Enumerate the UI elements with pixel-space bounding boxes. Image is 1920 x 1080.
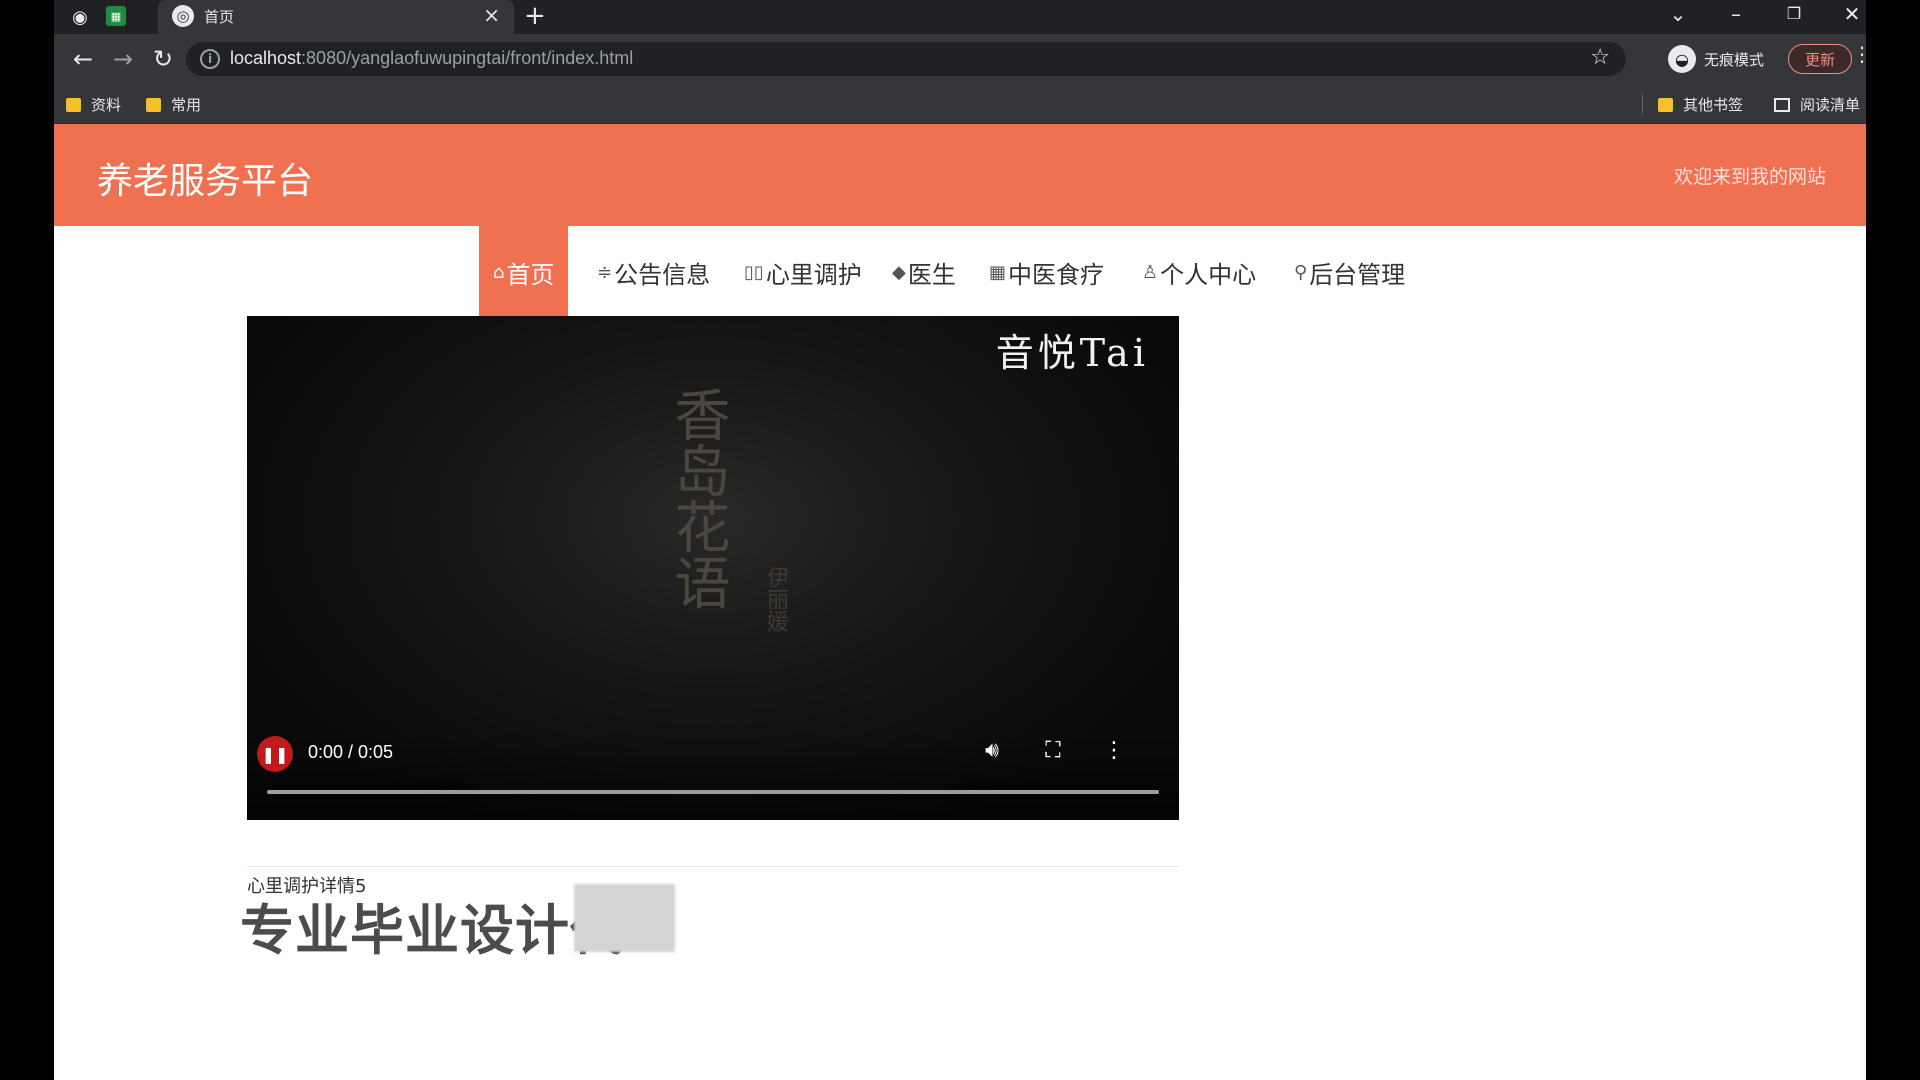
browser-window: ◉ ▦ ◎ 首页 × + ⌄ – ❐ ✕ ← → ↻ i localhost:8…: [54, 0, 1866, 1080]
user-icon: ♙: [1142, 261, 1159, 283]
address-bar[interactable]: i localhost:8080/yanglaofuwupingtai/fron…: [186, 42, 1626, 76]
reading-list-button[interactable]: 阅读清单: [1774, 94, 1860, 115]
browser-menu-icon[interactable]: ⋮: [1852, 42, 1866, 66]
more-options-icon[interactable]: ⋮: [1099, 738, 1129, 763]
folder-icon: [66, 97, 81, 112]
tab-strip: ◉ ▦ ◎ 首页 × + ⌄ – ❐ ✕: [54, 0, 1866, 34]
page-content: 养老服务平台 欢迎来到我的网站 ⌂ 首页 ≑ 公告信息 ▯▯ 心里调护 ◆ 医生…: [54, 124, 1866, 1080]
content-divider: [247, 866, 1179, 867]
new-tab-plus-icon[interactable]: +: [524, 1, 546, 31]
nav-item-profile[interactable]: ♙ 个人中心: [1142, 226, 1256, 318]
pinned-tab-globe-icon[interactable]: ◉: [68, 5, 92, 29]
nav-item-home[interactable]: ⌂ 首页: [479, 226, 569, 318]
nav-item-tcm-diet[interactable]: ▦ 中医食疗: [989, 226, 1104, 318]
bookmark-folder-other[interactable]: 其他书签: [1658, 94, 1743, 115]
incognito-indicator[interactable]: ◒ 无痕模式: [1668, 44, 1764, 74]
volume-icon[interactable]: 🔊︎: [977, 738, 1007, 763]
video-watermark: 音悦Tai: [995, 331, 1149, 375]
sliders-icon: ≑: [597, 261, 613, 283]
home-icon: ⌂: [493, 261, 505, 283]
tab-home[interactable]: ◎ 首页 ×: [158, 0, 514, 34]
tab-close-icon[interactable]: ×: [483, 3, 500, 27]
reload-icon[interactable]: ↻: [148, 45, 178, 73]
video-poem-text: 香岛花语: [665, 386, 730, 610]
incognito-label: 无痕模式: [1704, 50, 1765, 69]
close-window-icon[interactable]: ✕: [1832, 2, 1866, 26]
link-icon: ⚲: [1294, 261, 1308, 283]
book-icon: ▯▯: [744, 261, 764, 283]
tab-search-chevron-icon[interactable]: ⌄: [1658, 2, 1698, 26]
folder-icon: [1658, 97, 1673, 112]
pinned-tab-sheet-icon[interactable]: ▦: [106, 6, 126, 26]
video-progress-bar[interactable]: [267, 790, 1159, 794]
browser-toolbar: ← → ↻ i localhost:8080/yanglaofuwupingta…: [54, 34, 1866, 84]
minimize-icon[interactable]: –: [1716, 2, 1756, 26]
site-header: 养老服务平台 欢迎来到我的网站: [54, 124, 1866, 226]
grid-icon: ▦: [989, 261, 1007, 283]
site-info-icon[interactable]: i: [200, 49, 220, 69]
fullscreen-icon[interactable]: ⛶: [1038, 738, 1068, 763]
video-poem-sub: 伊丽媛: [763, 566, 788, 632]
restore-icon[interactable]: ❐: [1774, 4, 1814, 23]
pause-button[interactable]: ❚❚: [257, 736, 293, 772]
incognito-icon: ◒: [1668, 45, 1696, 73]
nav-item-announcements[interactable]: ≑ 公告信息: [597, 226, 710, 318]
bookmarks-separator: [1642, 94, 1643, 114]
nav-item-doctors[interactable]: ◆ 医生: [892, 226, 956, 318]
screen-frame: ◉ ▦ ◎ 首页 × + ⌄ – ❐ ✕ ← → ↻ i localhost:8…: [0, 0, 1920, 1080]
bookmark-star-icon[interactable]: ☆: [1590, 45, 1610, 70]
welcome-text: 欢迎来到我的网站: [1673, 166, 1826, 188]
blurred-region: [574, 884, 675, 952]
bookmarks-bar: 资料 常用 其他书签 阅读清单: [54, 84, 1866, 124]
video-player[interactable]: 音悦Tai 香岛花语 伊丽媛 ❚❚ 0:00 / 0:05 🔊︎ ⛶ ⋮: [247, 316, 1179, 820]
site-title: 养老服务平台: [97, 161, 314, 202]
bookmark-folder-ziliao[interactable]: 资料: [66, 94, 121, 115]
back-arrow-icon[interactable]: ←: [68, 45, 98, 73]
main-nav: ⌂ 首页 ≑ 公告信息 ▯▯ 心里调护 ◆ 医生 ▦ 中医食疗 ♙ 个人中心 ⚲…: [54, 226, 1866, 318]
url-text[interactable]: localhost:8080/yanglaofuwupingtai/front/…: [230, 48, 633, 69]
nav-item-psych-care[interactable]: ▯▯ 心里调护: [744, 226, 862, 318]
nav-item-admin[interactable]: ⚲ 后台管理: [1294, 226, 1405, 318]
reading-list-icon: [1774, 97, 1790, 112]
tab-globe-icon: ◎: [172, 5, 194, 27]
overlay-watermark-text: 专业毕业设计代: [240, 899, 625, 962]
tab-title: 首页: [204, 8, 235, 26]
layers-icon: ◆: [892, 261, 906, 283]
bookmark-folder-changyong[interactable]: 常用: [146, 94, 201, 115]
video-time: 0:00 / 0:05: [308, 742, 394, 762]
update-button[interactable]: 更新: [1788, 44, 1852, 74]
folder-icon: [146, 97, 161, 112]
forward-arrow-icon[interactable]: →: [108, 45, 138, 73]
